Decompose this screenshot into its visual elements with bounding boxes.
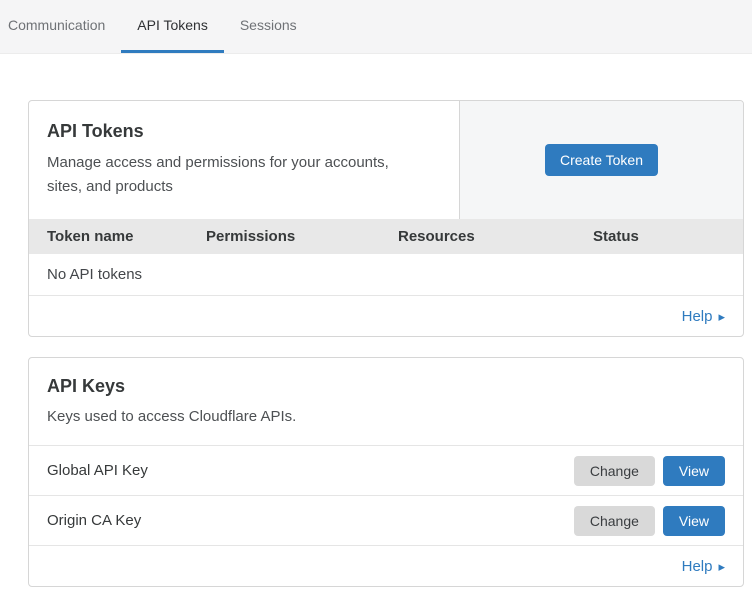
view-origin-ca-key-button[interactable]: View bbox=[663, 506, 725, 536]
change-global-api-key-button[interactable]: Change bbox=[574, 456, 655, 486]
api-keys-help-link[interactable]: Help ▸ bbox=[682, 558, 725, 575]
api-tokens-card: API Tokens Manage access and permissions… bbox=[28, 100, 744, 337]
api-key-name: Global API Key bbox=[47, 462, 574, 479]
page-content: API Tokens Manage access and permissions… bbox=[0, 54, 752, 587]
api-tokens-card-header: API Tokens Manage access and permissions… bbox=[29, 101, 743, 219]
help-link-label: Help bbox=[682, 558, 713, 575]
api-key-actions: Change View bbox=[574, 506, 725, 536]
create-token-button[interactable]: Create Token bbox=[545, 144, 658, 176]
tab-communication[interactable]: Communication bbox=[8, 0, 121, 53]
api-tokens-help-link[interactable]: Help ▸ bbox=[682, 308, 725, 325]
tab-sessions[interactable]: Sessions bbox=[224, 0, 313, 53]
api-key-row-origin-ca: Origin CA Key Change View bbox=[29, 496, 743, 546]
tokens-column-status: Status bbox=[593, 228, 725, 245]
tokens-table-header: Token name Permissions Resources Status bbox=[29, 219, 743, 254]
tokens-column-resources: Resources bbox=[398, 228, 593, 245]
api-keys-card-header: API Keys Keys used to access Cloudflare … bbox=[29, 358, 743, 446]
api-keys-description: Keys used to access Cloudflare APIs. bbox=[47, 405, 419, 429]
api-keys-card: API Keys Keys used to access Cloudflare … bbox=[28, 357, 744, 587]
chevron-right-icon: ▸ bbox=[718, 560, 725, 573]
api-tokens-card-action-panel: Create Token bbox=[459, 101, 743, 219]
change-origin-ca-key-button[interactable]: Change bbox=[574, 506, 655, 536]
tokens-column-token-name: Token name bbox=[47, 228, 206, 245]
view-global-api-key-button[interactable]: View bbox=[663, 456, 725, 486]
chevron-right-icon: ▸ bbox=[718, 310, 725, 323]
help-link-label: Help bbox=[682, 308, 713, 325]
tokens-empty-state: No API tokens bbox=[29, 254, 743, 296]
api-key-row-global: Global API Key Change View bbox=[29, 446, 743, 496]
api-keys-help-row: Help ▸ bbox=[29, 546, 743, 586]
api-tokens-card-header-text: API Tokens Manage access and permissions… bbox=[29, 101, 459, 219]
api-tokens-help-row: Help ▸ bbox=[29, 296, 743, 336]
api-keys-title: API Keys bbox=[47, 376, 725, 397]
tab-bar: Communication API Tokens Sessions bbox=[0, 0, 752, 54]
api-key-name: Origin CA Key bbox=[47, 512, 574, 529]
tab-api-tokens[interactable]: API Tokens bbox=[121, 0, 224, 53]
tokens-column-permissions: Permissions bbox=[206, 228, 398, 245]
api-key-actions: Change View bbox=[574, 456, 725, 486]
api-tokens-title: API Tokens bbox=[47, 121, 441, 142]
api-tokens-description: Manage access and permissions for your a… bbox=[47, 151, 419, 199]
